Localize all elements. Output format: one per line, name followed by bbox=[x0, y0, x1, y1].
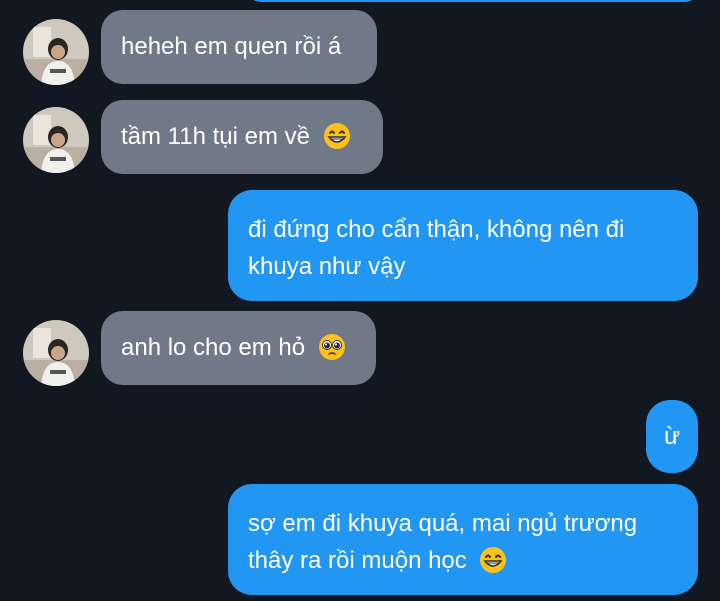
message-text-line: thây ra rồi muộn học bbox=[248, 542, 678, 579]
message-text: anh lo cho em hỏ bbox=[121, 334, 306, 361]
avatar-photo-icon bbox=[23, 107, 89, 173]
contact-avatar[interactable] bbox=[23, 107, 89, 173]
contact-avatar[interactable] bbox=[23, 320, 89, 386]
message-bubble-outgoing[interactable]: đi đứng cho cẩn thận, không nên đi khuya… bbox=[228, 190, 698, 301]
message-text-line: sợ em đi khuya quá, mai ngủ trương bbox=[248, 510, 638, 537]
pleading-face-emoji-icon bbox=[318, 333, 345, 360]
message-bubble-incoming[interactable]: tầm 11h tụi em về bbox=[101, 100, 383, 174]
message-bubble-incoming[interactable]: heheh em quen rồi á bbox=[101, 10, 377, 84]
message-bubble-outgoing[interactable]: ừ bbox=[646, 400, 698, 473]
previous-outgoing-bubble-edge bbox=[247, 0, 699, 2]
chat-conversation: heheh em quen rồi á tầm 11h tụi em về đi… bbox=[0, 0, 720, 601]
message-text: thây ra rồi muộn học bbox=[248, 547, 467, 574]
contact-avatar[interactable] bbox=[23, 19, 89, 85]
grinning-face-emoji-icon bbox=[323, 122, 350, 149]
message-bubble-outgoing[interactable]: sợ em đi khuya quá, mai ngủ trương thây … bbox=[228, 484, 698, 595]
grinning-face-emoji-icon bbox=[480, 546, 507, 573]
avatar-photo-icon bbox=[23, 320, 89, 386]
message-text: heheh em quen rồi á bbox=[121, 33, 342, 60]
message-text-line: khuya như vậy bbox=[248, 253, 406, 280]
avatar-photo-icon bbox=[23, 19, 89, 85]
message-text: tầm 11h tụi em về bbox=[121, 123, 310, 150]
message-text: ừ bbox=[663, 423, 681, 450]
message-bubble-incoming[interactable]: anh lo cho em hỏ bbox=[101, 311, 376, 385]
message-text-line: đi đứng cho cẩn thận, không nên đi bbox=[248, 216, 625, 243]
